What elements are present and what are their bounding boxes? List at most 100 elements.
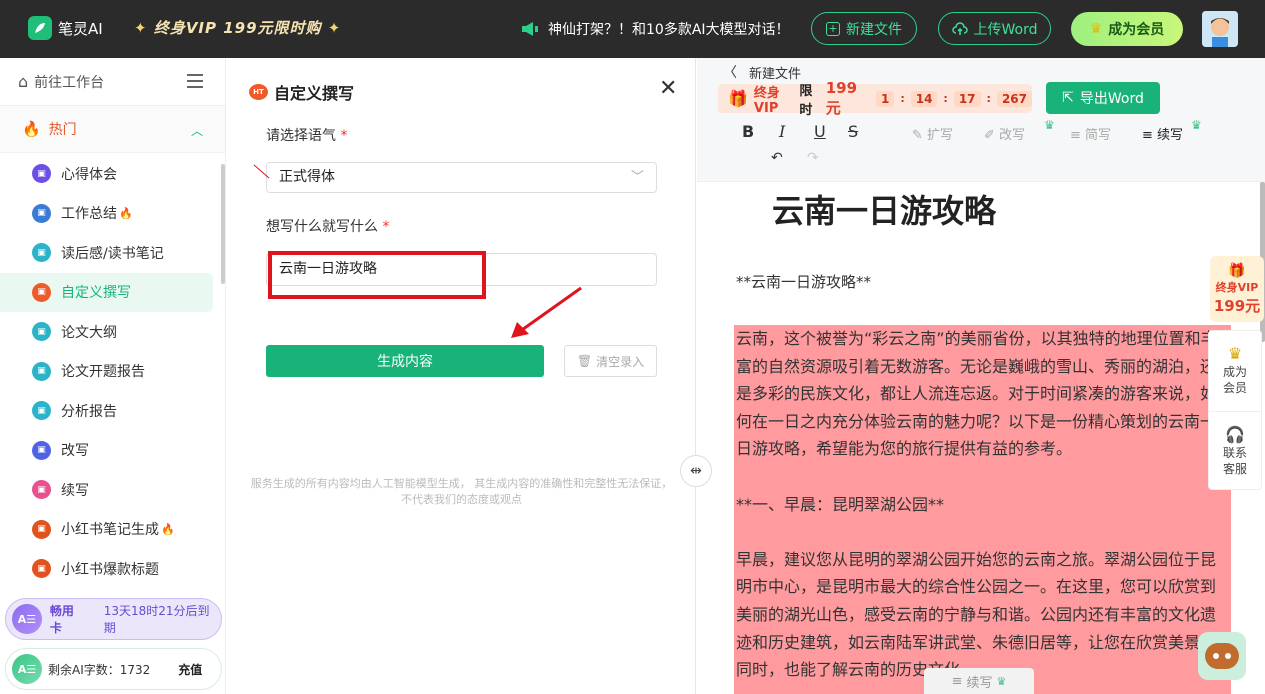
paragraph[interactable]: 早晨，建议您从昆明的翠湖公园开始您的云南之旅。翠湖公园位于昆明市中心，是昆明市最… — [736, 546, 1229, 684]
paragraph[interactable]: **一、早晨：昆明翠湖公园** — [736, 491, 1229, 519]
underline-button[interactable]: U — [814, 122, 826, 141]
rewrite-tool[interactable]: ✐ 改写 — [984, 124, 1025, 143]
expand-tool[interactable]: ✎ 扩写 — [912, 124, 953, 143]
generate-content-button[interactable]: 生成内容 — [266, 345, 544, 377]
clear-label: 清空录入 — [596, 354, 645, 369]
ai-assistant-bot[interactable] — [1198, 632, 1246, 680]
top-bar: 笔灵AI ✦ 终身VIP 199元限时购 ✦ 神仙打架？！和10多款AI大模型对… — [0, 0, 1265, 58]
export-icon: ⇱ — [1062, 90, 1074, 106]
sidebar-item[interactable]: ▣ 论文开题报告 — [0, 352, 222, 392]
chevron-up-icon: ︿ — [190, 124, 203, 138]
vip-price: 199元 — [825, 79, 858, 117]
chevron-down-icon: ﹀ — [630, 170, 644, 185]
float-contact-service[interactable]: 🎧 联系客服 — [1209, 411, 1261, 491]
generate-label: 生成内容 — [377, 354, 433, 370]
resize-handle-icon[interactable]: ⇹ — [680, 455, 712, 487]
continue-tool[interactable]: ≡ 续写 — [1142, 124, 1183, 143]
sidebar-item-icon: ▣ — [32, 401, 51, 421]
red-arrow-annotation — [511, 286, 582, 338]
flame-icon: 🔥 — [22, 120, 41, 138]
flame-icon: 🔥 — [161, 522, 175, 536]
redo-icon[interactable]: ↷ — [807, 150, 819, 166]
sidebar-item[interactable]: ▣ 自定义撰写 — [0, 272, 213, 312]
float-become-member[interactable]: ♛ 成为会员 — [1209, 331, 1261, 411]
simplify-tool[interactable]: ≡ 简写 — [1070, 124, 1111, 143]
vip-float-badge[interactable]: 🎁 终身VIP 199元 — [1210, 256, 1264, 322]
sidebar-scrollbar[interactable] — [221, 164, 225, 284]
app-logo[interactable]: 笔灵AI — [28, 16, 103, 40]
panel-title-text: 自定义撰写 — [274, 84, 355, 103]
upload-word-button[interactable]: 上传Word — [938, 12, 1051, 45]
expand-label: 扩写 — [927, 128, 954, 143]
float-vip-label: 终身VIP — [1215, 280, 1259, 294]
sidebar-item-list: ▣ 心得体会 ▣ 工作总结 🔥 ▣ 读后感/读书笔记 ▣ 自定义撰写 ▣ 论文大纲 ▣ 论文开题报告 ▣ 分… — [0, 154, 222, 594]
export-word-button[interactable]: ⇱ 导出Word — [1046, 82, 1160, 114]
sidebar-item[interactable]: ▣ 工作总结 🔥 — [0, 194, 222, 234]
new-file-label: 新建文件 — [846, 21, 902, 38]
undo-icon[interactable]: ↶ — [771, 150, 783, 166]
sidebar-item-label: 工作总结 — [61, 206, 117, 223]
hot-badge-icon: HT — [249, 84, 268, 100]
cloud-upload-icon — [951, 21, 968, 35]
sidebar-item-icon: ▣ — [32, 361, 51, 381]
sidebar-item[interactable]: ▣ 读后感/读书笔记 — [0, 233, 222, 273]
recharge-button[interactable]: 充值 — [178, 661, 202, 678]
vip-label: 终身VIP — [753, 85, 780, 116]
announcement[interactable]: 神仙打架？！和10多款AI大模型对话！ — [520, 19, 790, 39]
vip-promo-banner[interactable]: ✦ 终身VIP 199元限时购 ✦ — [134, 17, 341, 38]
app-name: 笔灵AI — [58, 19, 103, 38]
document-subtitle[interactable]: **云南一日游攻略** — [736, 271, 871, 292]
tone-select[interactable]: 正式得体 ﹀ — [266, 162, 657, 193]
close-icon[interactable]: ✕ — [659, 76, 677, 101]
crown-icon: ♛ — [1044, 118, 1055, 132]
highlight-box-annotation — [268, 251, 486, 299]
become-member-button[interactable]: ♛ 成为会员 — [1071, 12, 1183, 46]
vip-countdown-banner[interactable]: 🎁 终身VIP 限时 199元 1: 14: 17: 267 — [718, 79, 1032, 118]
limited-label: 限时 — [799, 83, 813, 118]
sidebar-item[interactable]: ▣ 分析报告 — [0, 391, 222, 431]
clear-input-button[interactable]: 🗑 清空录入 — [564, 345, 657, 377]
flame-icon: 🔥 — [119, 206, 133, 220]
sidebar-item[interactable]: ▣ 心得体会 — [0, 154, 222, 194]
sidebar-item-icon: ▣ — [32, 164, 51, 184]
workspace-label: 前往工作台 — [34, 74, 105, 91]
sidebar-item[interactable]: ▣ 小红书笔记生成 🔥 — [0, 510, 222, 550]
sidebar-item-label: 分析报告 — [61, 403, 117, 420]
collapse-menu-icon[interactable] — [187, 74, 203, 88]
gift-icon: 🎁 — [1228, 262, 1246, 279]
sidebar-item-label: 改写 — [61, 443, 89, 460]
tone-label-text: 请选择语气 — [266, 128, 336, 144]
strikethrough-button[interactable]: S — [848, 122, 858, 141]
plus-icon: + — [826, 21, 840, 36]
back-chevron-icon[interactable]: 〈 — [723, 62, 737, 82]
sidebar: ⌂ 前往工作台 🔥 热门 ︿ ▣ 心得体会 ▣ 工作总结 🔥 ▣ 读后感/读书笔记 ▣ 自定义撰… — [0, 58, 226, 694]
sidebar-item-icon: ▣ — [32, 282, 51, 302]
trash-icon: 🗑 — [576, 354, 593, 368]
sidebar-item[interactable]: ▣ 论文大纲 — [0, 312, 222, 352]
paragraph[interactable]: 云南，这个被誉为“彩云之南”的美丽省份，以其独特的地理位置和丰富的自然资源吸引着… — [736, 325, 1229, 463]
document-body-selected[interactable]: 云南，这个被誉为“彩云之南”的美丽省份，以其独特的地理位置和丰富的自然资源吸引着… — [734, 325, 1231, 694]
sidebar-item[interactable]: ▣ 续写 — [0, 470, 222, 510]
document-title[interactable]: 云南一日游攻略 — [772, 186, 996, 232]
section-hot[interactable]: 🔥 热门 ︿ — [0, 106, 225, 153]
sidebar-item-icon: ▣ — [32, 480, 51, 500]
italic-button[interactable]: I — [779, 122, 785, 141]
bold-button[interactable]: B — [742, 122, 754, 141]
user-avatar[interactable] — [1202, 11, 1238, 47]
go-to-workspace[interactable]: ⌂ 前往工作台 — [0, 58, 225, 106]
home-icon: ⌂ — [18, 72, 29, 91]
crown-icon: ♛ — [1191, 118, 1202, 132]
sidebar-item[interactable]: ▣ 改写 — [0, 431, 222, 471]
timer-minutes: 17 — [953, 90, 981, 107]
panel-title: HT 自定义撰写 — [249, 80, 354, 104]
new-file-button[interactable]: + 新建文件 — [811, 12, 917, 45]
sidebar-item-label: 心得体会 — [61, 166, 117, 183]
editor-toolbar-area: 〈 新建文件 🎁 终身VIP 限时 199元 1: 14: 17: 267 ⇱ … — [697, 58, 1265, 182]
unlimited-pass-card[interactable]: A☰ 畅用卡 13天18时21分后到期 — [5, 598, 222, 640]
continue-writing-bar[interactable]: ≡ 续写 ♛ — [924, 668, 1034, 694]
sidebar-item[interactable]: ▣ 小红书爆款标题 — [0, 549, 222, 589]
sidebar-item-label: 读后感/读书笔记 — [61, 245, 164, 262]
tone-select-value: 正式得体 — [279, 169, 335, 185]
sparkle-icon: ✦ — [134, 19, 148, 37]
sidebar-item-icon: ▣ — [32, 322, 51, 342]
